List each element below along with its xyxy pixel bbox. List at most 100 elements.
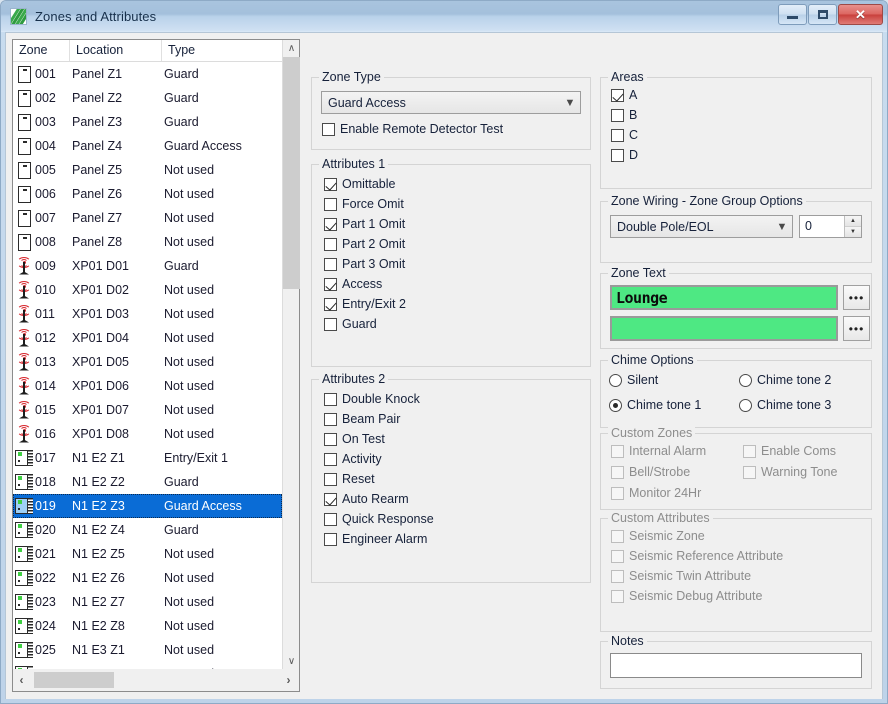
column-header-zone[interactable]: Zone: [13, 40, 70, 61]
attr2-quick-response[interactable]: Quick Response: [324, 509, 434, 529]
attr1-force-omit[interactable]: Force Omit: [324, 194, 406, 214]
attr2-beam-pair[interactable]: Beam Pair: [324, 409, 434, 429]
minimize-button[interactable]: [778, 4, 807, 25]
notes-input[interactable]: [610, 653, 862, 678]
table-row[interactable]: 014XP01 D06Not used: [13, 374, 282, 398]
custom-attr-seismic-zone: Seismic Zone: [611, 526, 783, 546]
table-row[interactable]: 019N1 E2 Z3Guard Access: [13, 494, 282, 518]
spinner-up-icon[interactable]: ▲: [845, 216, 861, 227]
zone-text-group: Zone Text Lounge ••• •••: [600, 273, 872, 349]
attr2-engineer-alarm[interactable]: Engineer Alarm: [324, 529, 434, 549]
area-c[interactable]: C: [611, 125, 638, 145]
attr2-double-knock[interactable]: Double Knock: [324, 389, 434, 409]
checkbox-box: [324, 493, 337, 506]
row-type: Guard Access: [164, 499, 282, 513]
close-icon: ✕: [855, 8, 866, 21]
table-row[interactable]: 015XP01 D07Not used: [13, 398, 282, 422]
table-row[interactable]: 010XP01 D02Not used: [13, 278, 282, 302]
spinner-buttons[interactable]: ▲ ▼: [844, 216, 861, 237]
table-row[interactable]: 011XP01 D03Not used: [13, 302, 282, 326]
enable-remote-detector-test-checkbox[interactable]: Enable Remote Detector Test: [322, 119, 503, 139]
zone-text-line2-browse-button[interactable]: •••: [843, 316, 870, 341]
expander-icon: [13, 545, 35, 563]
attr1-entry-exit-2[interactable]: Entry/Exit 2: [324, 294, 406, 314]
table-row[interactable]: 007Panel Z7Not used: [13, 206, 282, 230]
title-bar[interactable]: Zones and Attributes ✕: [1, 1, 887, 32]
table-row[interactable]: 001Panel Z1Guard: [13, 62, 282, 86]
table-row[interactable]: 003Panel Z3Guard: [13, 110, 282, 134]
table-row[interactable]: 004Panel Z4Guard Access: [13, 134, 282, 158]
horizontal-scroll-thumb[interactable]: [34, 672, 114, 688]
vertical-scrollbar[interactable]: ∧ ∨: [282, 40, 299, 670]
close-button[interactable]: ✕: [838, 4, 883, 25]
checkbox-label: On Test: [342, 432, 385, 446]
chime-option-chime-tone-1[interactable]: Chime tone 1: [609, 395, 701, 415]
zone-wiring-combobox[interactable]: Double Pole/EOL ▼: [610, 215, 793, 238]
scroll-down-arrow-icon[interactable]: ∨: [283, 653, 300, 670]
table-row[interactable]: 022N1 E2 Z6Not used: [13, 566, 282, 590]
table-row[interactable]: 023N1 E2 Z7Not used: [13, 590, 282, 614]
checkbox-label: Double Knock: [342, 392, 420, 406]
table-row[interactable]: 009XP01 D01Guard: [13, 254, 282, 278]
zone-type-combobox[interactable]: Guard Access ▼: [321, 91, 581, 114]
scroll-up-arrow-icon[interactable]: ∧: [283, 40, 300, 57]
row-type: Guard: [164, 115, 282, 129]
table-row[interactable]: 018N1 E2 Z2Guard: [13, 470, 282, 494]
vertical-scroll-thumb[interactable]: [283, 57, 300, 289]
attr2-reset[interactable]: Reset: [324, 469, 434, 489]
zone-list-rows[interactable]: 001Panel Z1Guard002Panel Z2Guard003Panel…: [13, 62, 282, 670]
zone-text-line1-browse-button[interactable]: •••: [843, 285, 870, 310]
checkbox-box: [611, 590, 624, 603]
table-row[interactable]: 025N1 E3 Z1Not used: [13, 638, 282, 662]
table-row[interactable]: 017N1 E2 Z1Entry/Exit 1: [13, 446, 282, 470]
expander-zone-glyph: [15, 545, 34, 563]
chime-option-chime-tone-3[interactable]: Chime tone 3: [739, 395, 831, 415]
attr1-part-1-omit[interactable]: Part 1 Omit: [324, 214, 406, 234]
panel-zone-glyph: [18, 66, 31, 83]
zone-text-line2-field[interactable]: [610, 316, 838, 341]
table-row[interactable]: 016XP01 D08Not used: [13, 422, 282, 446]
panel-zone-glyph: [18, 138, 31, 155]
wireless-zone-glyph: [15, 353, 33, 372]
column-header-location[interactable]: Location: [70, 40, 162, 61]
area-b[interactable]: B: [611, 105, 638, 125]
table-row[interactable]: 002Panel Z2Guard: [13, 86, 282, 110]
scroll-left-arrow-icon[interactable]: ‹: [13, 672, 30, 689]
table-row[interactable]: 021N1 E2 Z5Not used: [13, 542, 282, 566]
attr1-part-3-omit[interactable]: Part 3 Omit: [324, 254, 406, 274]
zone-group-spinner[interactable]: 0 ▲ ▼: [799, 215, 862, 238]
chime-option-chime-tone-2[interactable]: Chime tone 2: [739, 370, 831, 390]
radio-label: Silent: [627, 373, 658, 387]
zone-group-value[interactable]: 0: [800, 216, 844, 237]
column-header-type[interactable]: Type: [162, 40, 282, 61]
spinner-down-icon[interactable]: ▼: [845, 227, 861, 237]
attr1-part-2-omit[interactable]: Part 2 Omit: [324, 234, 406, 254]
table-row[interactable]: 008Panel Z8Not used: [13, 230, 282, 254]
attr1-guard[interactable]: Guard: [324, 314, 406, 334]
zone-text-line1-field[interactable]: Lounge: [610, 285, 838, 310]
maximize-button[interactable]: [808, 4, 837, 25]
table-row[interactable]: 013XP01 D05Not used: [13, 350, 282, 374]
scroll-right-arrow-icon[interactable]: ›: [280, 672, 297, 689]
horizontal-scrollbar[interactable]: ‹ ›: [13, 669, 299, 691]
table-row[interactable]: 006Panel Z6Not used: [13, 182, 282, 206]
table-row[interactable]: 005Panel Z5Not used: [13, 158, 282, 182]
checkbox-label: Part 2 Omit: [342, 237, 405, 251]
attr2-activity[interactable]: Activity: [324, 449, 434, 469]
row-zone: 025: [35, 643, 72, 657]
table-row[interactable]: 012XP01 D04Not used: [13, 326, 282, 350]
panel-icon: [13, 66, 35, 83]
table-row[interactable]: 024N1 E2 Z8Not used: [13, 614, 282, 638]
panel-zone-glyph: [18, 234, 31, 251]
attr2-auto-rearm[interactable]: Auto Rearm: [324, 489, 434, 509]
attr2-on-test[interactable]: On Test: [324, 429, 434, 449]
attr1-omittable[interactable]: Omittable: [324, 174, 406, 194]
area-d[interactable]: D: [611, 145, 638, 165]
attr1-access[interactable]: Access: [324, 274, 406, 294]
area-a[interactable]: A: [611, 85, 638, 105]
row-location: XP01 D08: [72, 427, 164, 441]
row-zone: 011: [35, 307, 72, 321]
chime-option-silent[interactable]: Silent: [609, 370, 658, 390]
table-row[interactable]: 020N1 E2 Z4Guard: [13, 518, 282, 542]
expander-zone-glyph: [15, 641, 34, 659]
